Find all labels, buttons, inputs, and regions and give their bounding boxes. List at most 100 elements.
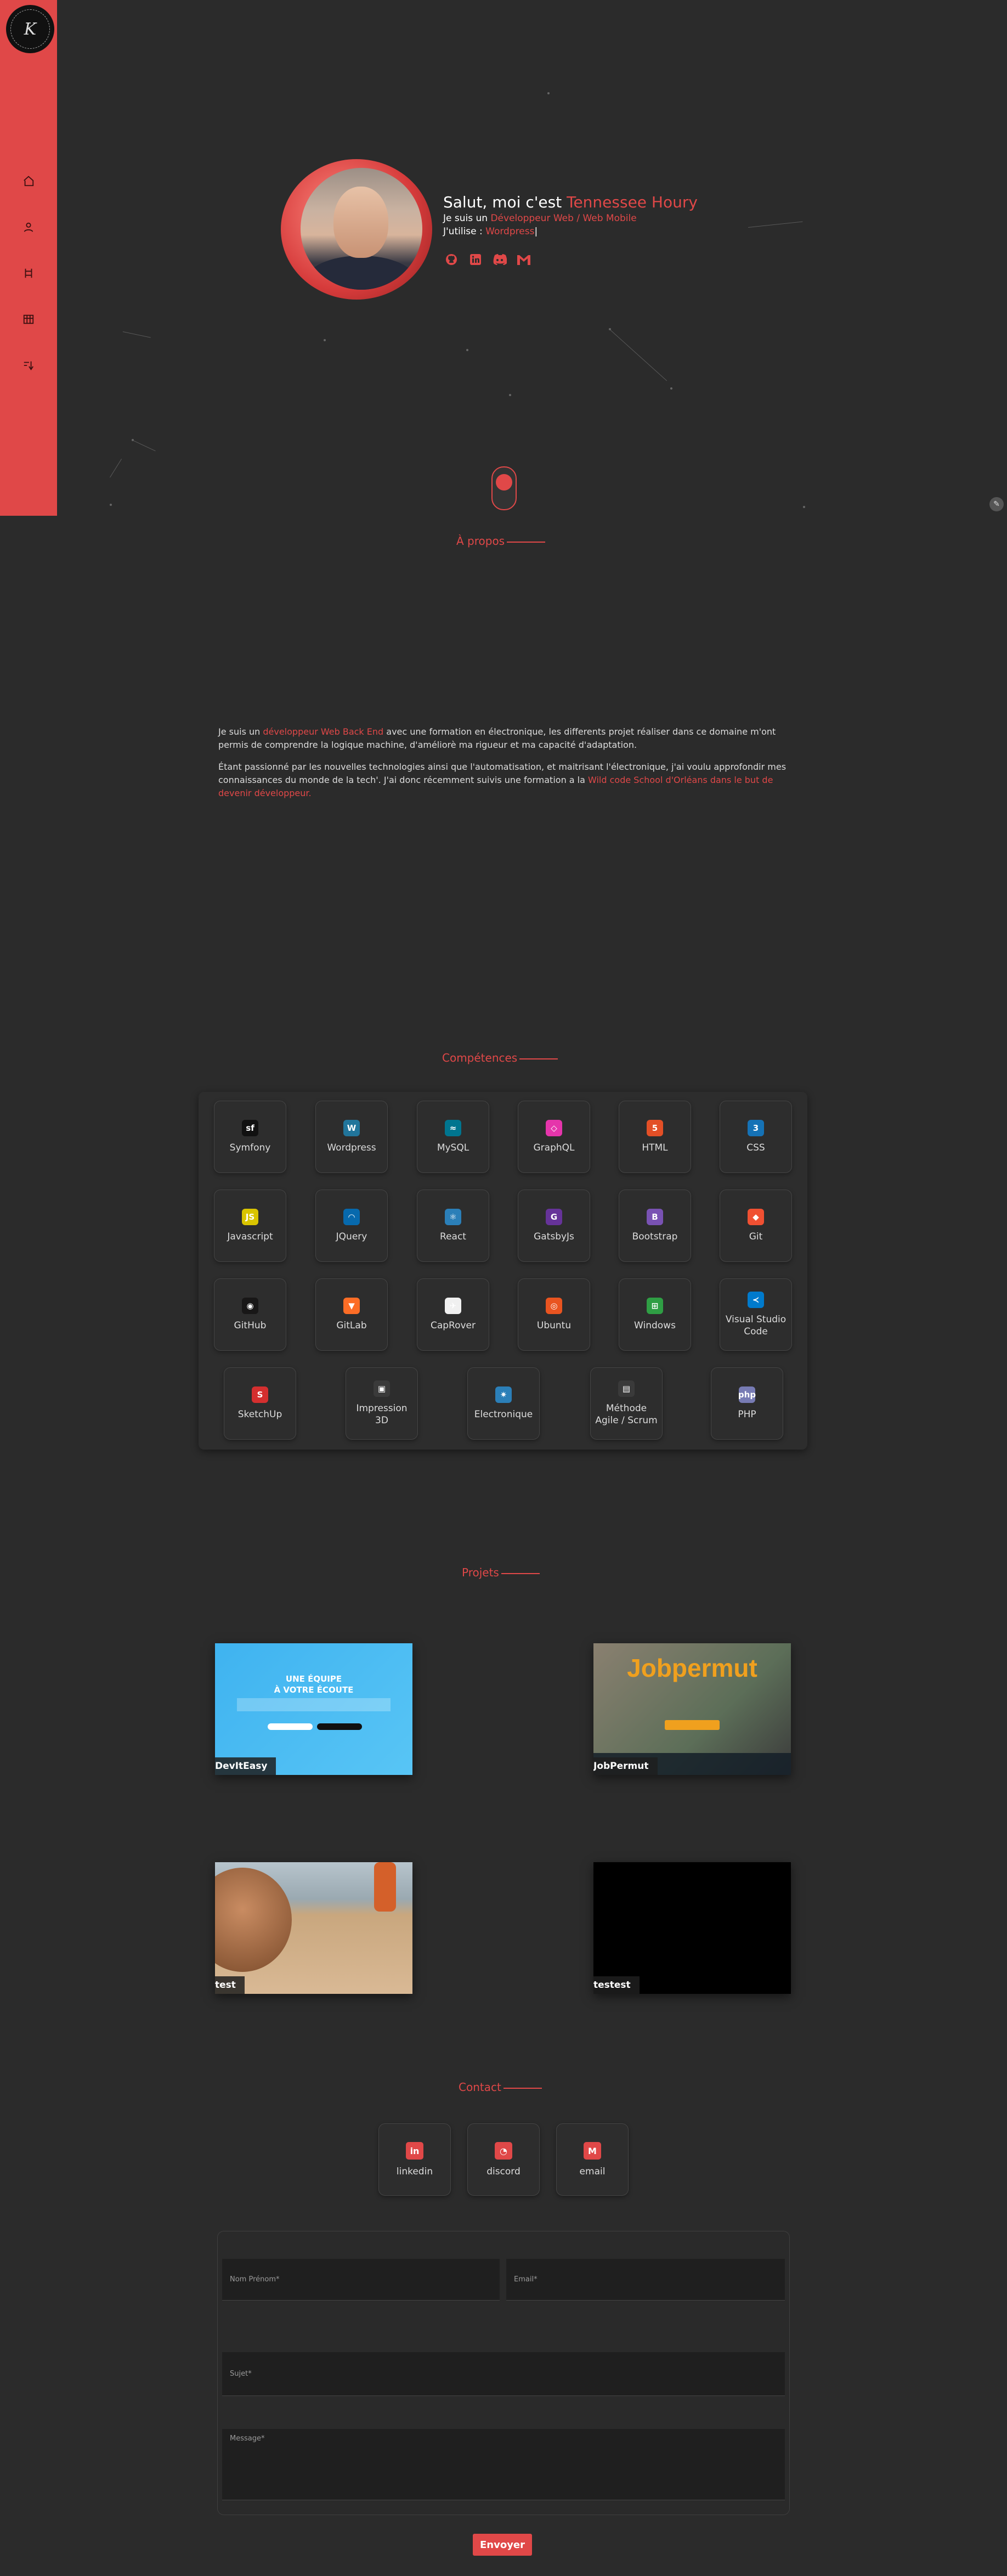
- project-banner: UNE ÉQUIPE: [285, 1674, 342, 1684]
- hero-name: Tennessee Houry: [567, 193, 698, 211]
- windows-icon: ⊞: [647, 1298, 663, 1314]
- caprover-icon: ✈: [445, 1298, 461, 1314]
- contact-form: [217, 2231, 790, 2515]
- skill-card: ▤ Méthode Agile / Scrum: [590, 1367, 663, 1440]
- hero-uses-value: Wordpress: [485, 226, 535, 237]
- skill-label: Symfony: [229, 1142, 271, 1153]
- skill-label: JQuery: [336, 1231, 367, 1242]
- skill-card: 3 CSS: [720, 1101, 792, 1173]
- logo[interactable]: K: [4, 3, 56, 55]
- projects-icon[interactable]: [16, 307, 41, 331]
- linkedin-icon[interactable]: [467, 251, 484, 268]
- contact-icon[interactable]: [16, 353, 41, 377]
- project-card-test[interactable]: test: [215, 1862, 412, 1994]
- skill-card: ▼ GitLab: [315, 1278, 388, 1351]
- skill-label: GitHub: [234, 1320, 267, 1331]
- skill-label: CapRover: [430, 1320, 476, 1331]
- graphql-icon: ◇: [546, 1120, 562, 1136]
- project-card-jobpermut[interactable]: Jobpermut JobPermut: [593, 1643, 791, 1775]
- wordpress-icon: W: [343, 1120, 360, 1136]
- skills-icon[interactable]: [16, 261, 41, 285]
- jquery-icon: ◠: [343, 1209, 360, 1225]
- contact-linkedin[interactable]: in linkedin: [378, 2123, 451, 2196]
- skill-card: ◎ Ubuntu: [518, 1278, 590, 1351]
- sketchup-icon: S: [252, 1386, 268, 1403]
- settings-icon[interactable]: ✎: [989, 497, 1004, 511]
- hero-role: Je suis un Développeur Web / Web Mobile: [443, 213, 637, 224]
- project-card-testest[interactable]: testest: [593, 1862, 791, 1994]
- message-field[interactable]: [222, 2429, 785, 2500]
- skill-card: sf Symfony: [214, 1101, 286, 1173]
- skill-label: Git: [749, 1231, 763, 1242]
- project-caption: testest: [593, 1976, 640, 1994]
- skill-card: ✈ CapRover: [417, 1278, 489, 1351]
- sidebar: K: [0, 0, 57, 516]
- name-field[interactable]: [222, 2259, 500, 2301]
- hero-uses: J'utilise : Wordpress|: [443, 226, 538, 237]
- skill-label: GatsbyJs: [534, 1231, 574, 1242]
- skill-card: S SketchUp: [224, 1367, 296, 1440]
- skill-label: PHP: [738, 1409, 756, 1420]
- contact-discord[interactable]: ◔ discord: [467, 2123, 540, 2196]
- javascript-icon: JS: [242, 1209, 258, 1225]
- typing-cursor: |: [534, 226, 538, 237]
- gmail-icon: M: [584, 2142, 601, 2160]
- user-icon[interactable]: [16, 215, 41, 239]
- email-field[interactable]: [506, 2259, 785, 2301]
- skill-card: ◠ JQuery: [315, 1190, 388, 1262]
- electronics-icon: ✷: [495, 1386, 512, 1403]
- contact-label: linkedin: [396, 2166, 433, 2177]
- skill-label: MySQL: [437, 1142, 469, 1153]
- project-card-deviteasy[interactable]: UNE ÉQUIPE À VOTRE ÉCOUTE DevItEasy: [215, 1643, 412, 1775]
- linkedin-icon: in: [406, 2142, 423, 2160]
- scroll-down-toggle[interactable]: [491, 466, 517, 510]
- skill-card: ◉ GitHub: [214, 1278, 286, 1351]
- skill-label: Electronique: [474, 1409, 533, 1420]
- skill-card: ≈ MySQL: [417, 1101, 489, 1173]
- skill-card: JS Javascript: [214, 1190, 286, 1262]
- profile-avatar: [281, 159, 432, 300]
- react-icon: ⚛: [445, 1209, 461, 1225]
- github-icon: ◉: [242, 1298, 258, 1314]
- discord-icon[interactable]: [491, 251, 508, 268]
- skill-label: Windows: [634, 1320, 676, 1331]
- hero-role-value: Développeur Web / Web Mobile: [490, 213, 637, 224]
- about-paragraph-1: Je suis un développeur Web Back End avec…: [218, 726, 776, 750]
- hero-title: Salut, moi c'est Tennessee Houry: [443, 193, 698, 211]
- html-icon: 5: [647, 1120, 663, 1136]
- home-icon[interactable]: [16, 169, 41, 193]
- subject-field[interactable]: [222, 2352, 785, 2396]
- git-icon: ◆: [748, 1209, 764, 1225]
- skill-label: SketchUp: [237, 1409, 282, 1420]
- skill-label: Javascript: [227, 1231, 273, 1242]
- skills-title: Compétences: [442, 1051, 558, 1064]
- discord-icon: ◔: [495, 2142, 512, 2160]
- submit-button[interactable]: Envoyer: [473, 2534, 532, 2556]
- bootstrap-icon: B: [647, 1209, 663, 1225]
- skill-label: GitLab: [336, 1320, 367, 1331]
- printer-3d-icon: ▣: [374, 1380, 390, 1397]
- github-icon[interactable]: [443, 251, 460, 268]
- skill-label: Impression 3D: [356, 1403, 408, 1426]
- skill-card: ⚛ React: [417, 1190, 489, 1262]
- skill-label: CSS: [746, 1142, 765, 1153]
- vscode-icon: ≺: [748, 1292, 764, 1308]
- skill-card: ▣ Impression 3D: [346, 1367, 418, 1440]
- gatsby-icon: G: [546, 1209, 562, 1225]
- contact-label: discord: [486, 2166, 521, 2177]
- scrum-icon: ▤: [618, 1380, 635, 1397]
- skill-card: php PHP: [711, 1367, 783, 1440]
- skill-label: GraphQL: [533, 1142, 575, 1153]
- gitlab-icon: ▼: [343, 1298, 360, 1314]
- skill-label: Bootstrap: [632, 1231, 678, 1242]
- skill-label: Ubuntu: [536, 1320, 572, 1331]
- project-caption: DevItEasy: [215, 1757, 276, 1775]
- about-title: À propos: [456, 534, 546, 548]
- skill-card: ✷ Electronique: [467, 1367, 540, 1440]
- symfony-icon: sf: [242, 1120, 258, 1136]
- contact-email[interactable]: M email: [556, 2123, 629, 2196]
- gmail-icon[interactable]: [516, 251, 532, 268]
- css-icon: 3: [748, 1120, 764, 1136]
- skill-card: G GatsbyJs: [518, 1190, 590, 1262]
- skill-label: React: [440, 1231, 466, 1242]
